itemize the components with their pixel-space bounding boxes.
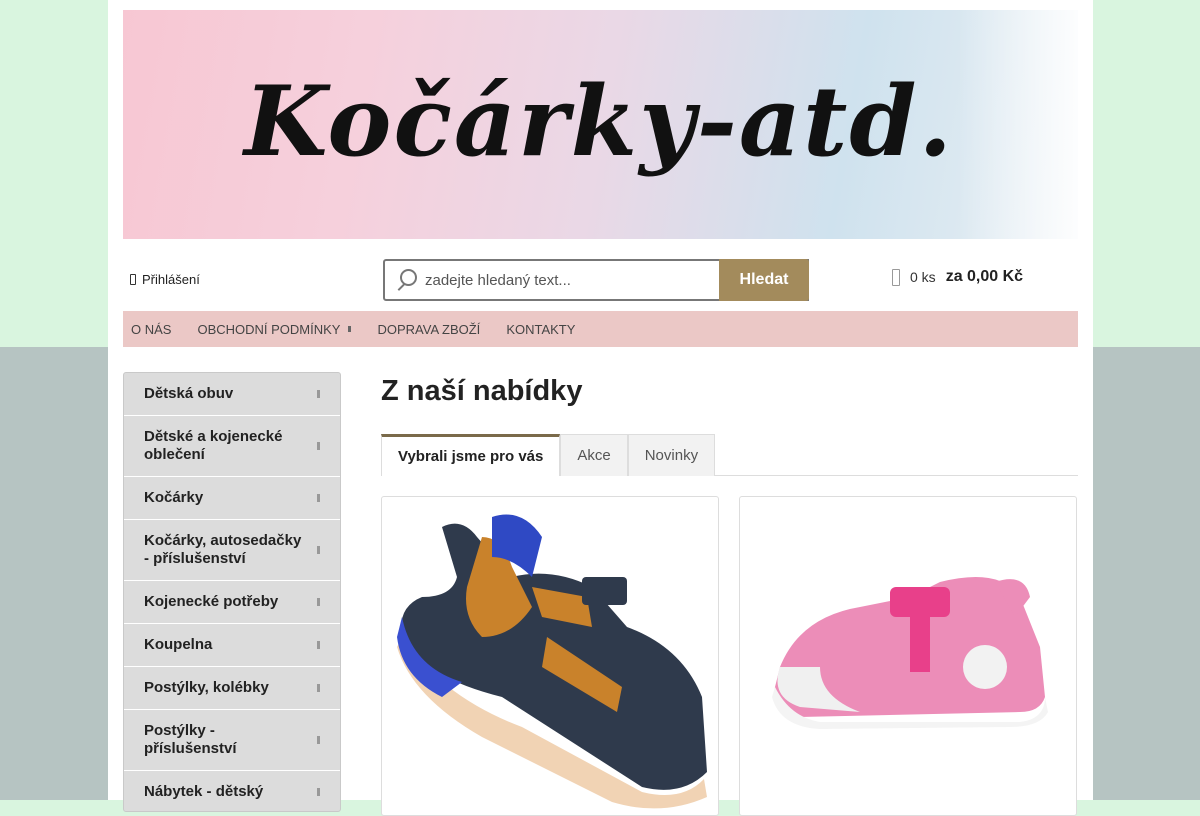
product-image[interactable] <box>740 497 1077 816</box>
nav-item-label: DOPRAVA ZBOŽÍ <box>377 321 481 337</box>
page: Kočárky-atd. Přihlášení Hledat 0 ks za 0… <box>108 0 1093 816</box>
tab-new[interactable]: Novinky <box>627 434 716 476</box>
sidebar-item-label: Kočárky <box>144 489 204 506</box>
product-card[interactable] <box>381 496 719 816</box>
sidebar-item-clothing[interactable]: Dětské a kojenecké oblečení <box>124 416 340 477</box>
product-card[interactable] <box>739 496 1077 816</box>
cart-summary[interactable]: 0 ks za 0,00 Kč <box>892 268 1023 286</box>
login-link[interactable]: Přihlášení <box>130 272 200 287</box>
category-sidebar: Dětská obuv Dětské a kojenecké oblečení … <box>123 372 341 812</box>
login-label[interactable]: Přihlášení <box>142 272 200 287</box>
chevron-right-icon <box>317 442 320 450</box>
tab-sale[interactable]: Akce <box>560 434 628 476</box>
nav-item-label: OBCHODNÍ PODMÍNKY <box>197 321 341 337</box>
sidebar-item-stroller-accessories[interactable]: Kočárky, autosedačky - příslušenství <box>124 520 340 581</box>
chevron-right-icon <box>317 546 320 554</box>
sidebar-item-cribs[interactable]: Postýlky, kolébky <box>124 667 340 710</box>
nav-item-about[interactable]: O NÁS <box>131 322 171 337</box>
sidebar-item-label: Postýlky - příslušenství <box>144 722 237 757</box>
search-icon <box>395 269 417 291</box>
product-tabs: Vybrali jsme pro vás Akce Novinky <box>381 434 1078 476</box>
tab-recommended[interactable]: Vybrali jsme pro vás <box>381 434 561 476</box>
sidebar-item-strollers[interactable]: Kočárky <box>124 477 340 520</box>
search-button[interactable]: Hledat <box>719 259 809 301</box>
sidebar-item-crib-accessories[interactable]: Postýlky - příslušenství <box>124 710 340 771</box>
search-input[interactable] <box>425 271 765 289</box>
sidebar-item-bathroom[interactable]: Koupelna <box>124 624 340 667</box>
chevron-right-icon <box>317 598 320 606</box>
chevron-right-icon <box>317 788 320 796</box>
nav-item-shipping[interactable]: DOPRAVA ZBOŽÍ <box>377 322 480 337</box>
cart-icon <box>892 268 900 286</box>
sidebar-item-furniture[interactable]: Nábytek - dětský <box>124 771 340 811</box>
nav-item-label: KONTAKTY <box>506 321 576 337</box>
nav-item-contacts[interactable]: KONTAKTY <box>506 322 575 337</box>
nav-item-label: O NÁS <box>131 321 172 337</box>
chevron-down-icon <box>348 326 352 332</box>
sidebar-item-baby-supplies[interactable]: Kojenecké potřeby <box>124 581 340 624</box>
header-banner[interactable]: Kočárky-atd. <box>123 10 1078 239</box>
sidebar-item-label: Postýlky, kolébky <box>144 679 269 696</box>
chevron-right-icon <box>317 684 320 692</box>
sidebar-item-label: Dětské a kojenecké oblečení <box>144 428 283 463</box>
sidebar-item-label: Koupelna <box>144 636 213 653</box>
cart-total: za 0,00 Kč <box>945 268 1024 285</box>
chevron-right-icon <box>317 494 320 502</box>
user-icon <box>130 274 136 285</box>
page-title: Z naší nabídky <box>381 375 583 407</box>
chevron-right-icon <box>317 390 320 398</box>
sidebar-item-label: Nábytek - dětský <box>144 783 264 800</box>
sidebar-item-label: Kojenecké potřeby <box>144 593 279 610</box>
product-image[interactable] <box>382 497 719 816</box>
chevron-right-icon <box>317 641 320 649</box>
nav-item-terms[interactable]: OBCHODNÍ PODMÍNKY <box>197 321 352 337</box>
cart-count: 0 ks <box>910 269 936 285</box>
sidebar-item-childrens-shoes[interactable]: Dětská obuv <box>124 373 340 416</box>
chevron-right-icon <box>317 736 320 744</box>
site-logo[interactable]: Kočárky-atd. <box>189 62 1009 182</box>
sidebar-item-label: Kočárky, autosedačky - příslušenství <box>144 532 302 567</box>
main-nav: O NÁS OBCHODNÍ PODMÍNKY DOPRAVA ZBOŽÍ KO… <box>123 311 1078 347</box>
sidebar-item-label: Dětská obuv <box>144 385 234 402</box>
